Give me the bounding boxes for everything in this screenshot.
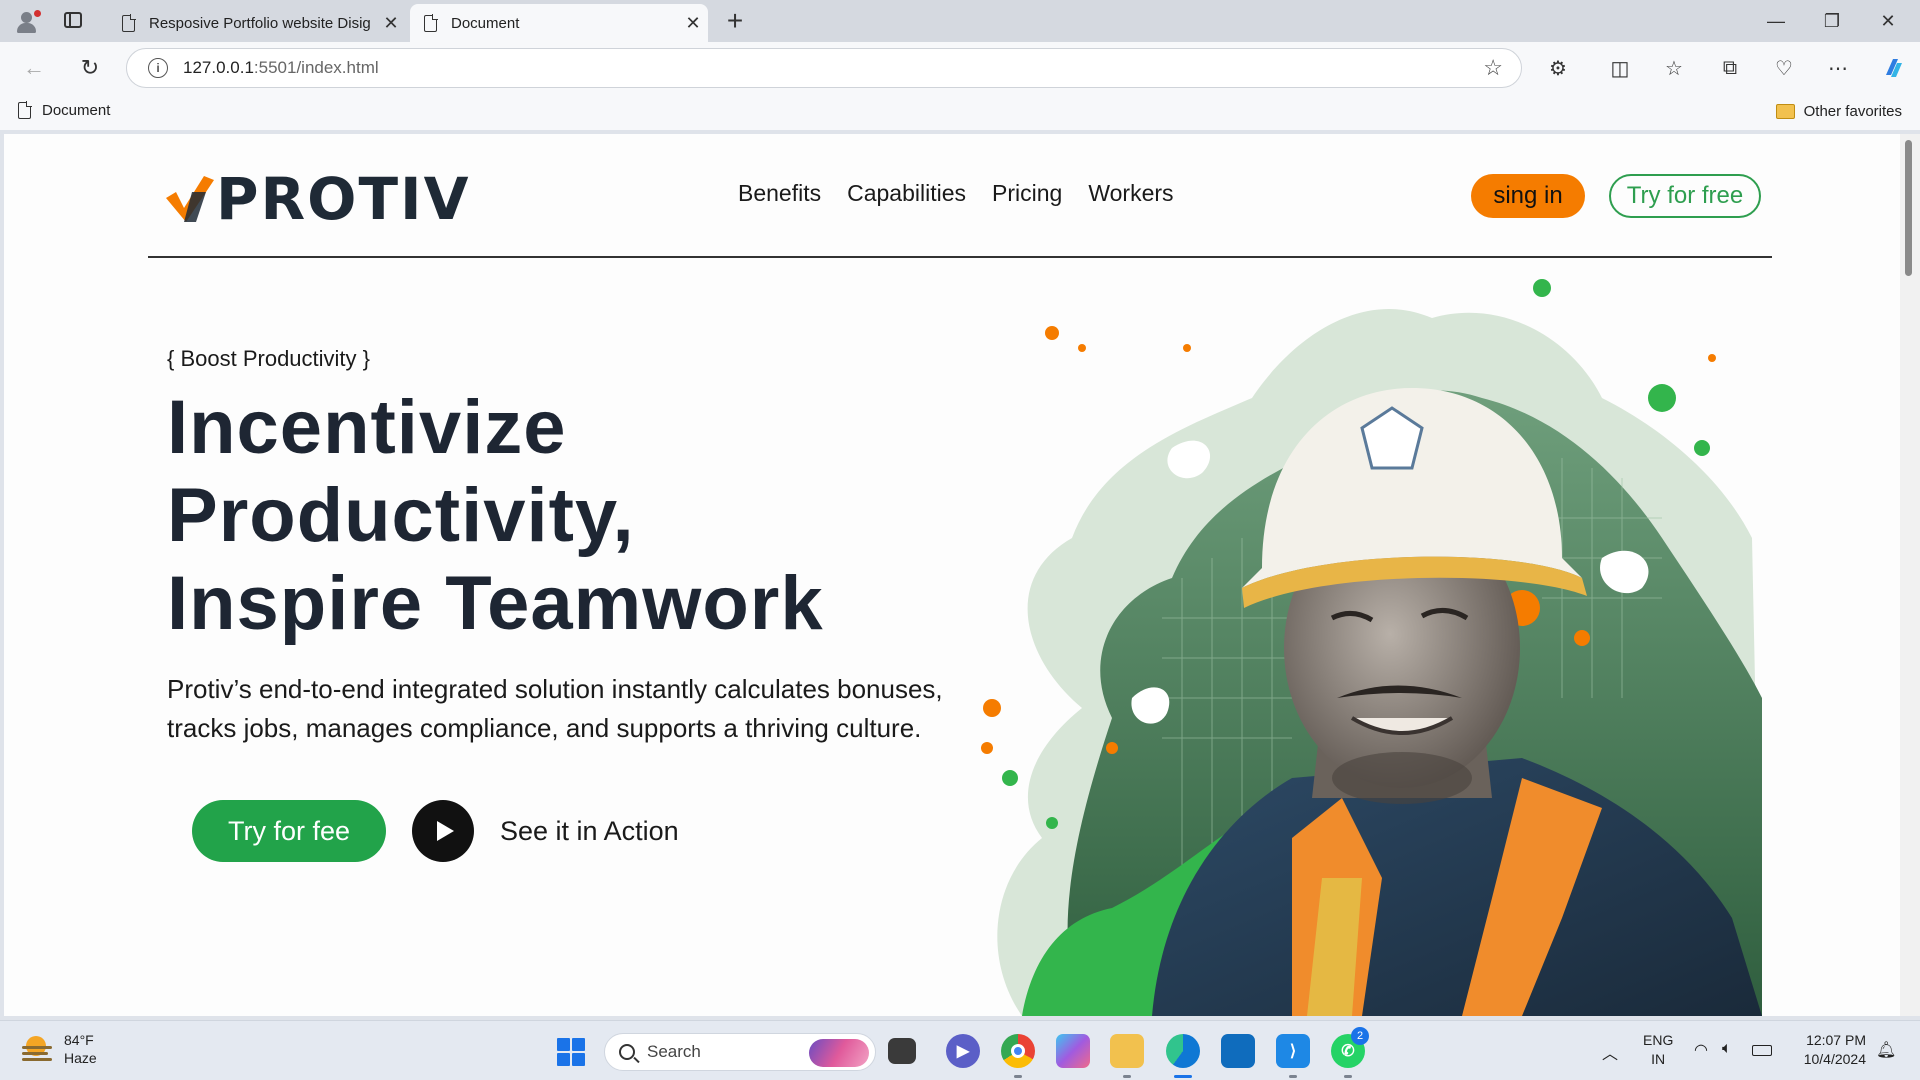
site-logo[interactable]: PROTIV bbox=[162, 170, 471, 228]
url-input[interactable]: i 127.0.0.1:5501/index.html ☆ bbox=[126, 48, 1522, 88]
nav-benefits[interactable]: Benefits bbox=[738, 180, 821, 207]
weather-desc: Haze bbox=[64, 1050, 97, 1066]
weather-temp: 84°F bbox=[64, 1032, 94, 1048]
document-icon bbox=[122, 13, 136, 32]
tab-document[interactable]: Document ✕ bbox=[410, 4, 708, 42]
whatsapp-running-indicator bbox=[1344, 1075, 1352, 1078]
refresh-icon[interactable]: ↻ bbox=[74, 52, 106, 84]
nav-capabilities[interactable]: Capabilities bbox=[847, 180, 966, 207]
wifi-icon[interactable]: ◠ bbox=[1694, 1040, 1708, 1060]
notifications-bell-icon[interactable]: 🔔︎ bbox=[1876, 1040, 1896, 1060]
vscode-icon[interactable]: ⟩ bbox=[1276, 1034, 1310, 1068]
logo-text: PROTIV bbox=[216, 165, 471, 233]
teams-icon[interactable]: ▶ bbox=[946, 1034, 980, 1068]
try-for-free-button[interactable]: Try for free bbox=[1609, 174, 1761, 218]
start-icon[interactable] bbox=[557, 1038, 585, 1066]
page-scrollbar[interactable] bbox=[1900, 134, 1920, 1016]
vscode-running-indicator bbox=[1289, 1075, 1297, 1078]
back-icon[interactable]: ← bbox=[18, 52, 50, 84]
favorite-star-icon[interactable]: ☆ bbox=[1483, 55, 1503, 81]
show-hidden-icons-icon[interactable]: ︿ bbox=[1602, 1040, 1618, 1064]
edge-icon[interactable] bbox=[1166, 1034, 1200, 1068]
hero-text: { Boost Productivity } Incentivize Produ… bbox=[167, 346, 967, 748]
play-icon[interactable] bbox=[412, 800, 474, 862]
copilot-icon[interactable] bbox=[1878, 52, 1910, 84]
favorites-bar: Document Other favorites bbox=[0, 94, 1920, 130]
favorite-document[interactable]: Document bbox=[16, 101, 110, 119]
document-icon bbox=[18, 101, 32, 119]
tab-close-icon[interactable]: ✕ bbox=[678, 13, 708, 34]
hero-headline: Incentivize Productivity, Inspire Teamwo… bbox=[167, 385, 824, 646]
folder-icon bbox=[1775, 104, 1795, 119]
collections-icon[interactable]: ⧉ bbox=[1714, 52, 1746, 84]
scrollbar-thumb[interactable] bbox=[1905, 140, 1912, 276]
weather-haze-icon bbox=[22, 1036, 54, 1062]
language-indicator[interactable]: ENG IN bbox=[1643, 1031, 1673, 1069]
whatsapp-badge: 2 bbox=[1351, 1027, 1369, 1045]
favorites-icon[interactable]: ☆ bbox=[1658, 52, 1690, 84]
site-info-icon[interactable]: i bbox=[148, 58, 168, 78]
volume-icon[interactable]: 🔈︎ bbox=[1722, 1040, 1732, 1058]
store-icon[interactable] bbox=[1221, 1034, 1255, 1068]
close-window-button[interactable]: ✕ bbox=[1860, 8, 1916, 34]
explorer-running-indicator bbox=[1123, 1075, 1131, 1078]
taskbar-search-input[interactable]: Search bbox=[604, 1033, 876, 1071]
copilot-app-icon[interactable] bbox=[1056, 1034, 1090, 1068]
url-text: 127.0.0.1:5501/index.html bbox=[183, 58, 379, 77]
more-options-icon[interactable]: ⋯ bbox=[1822, 52, 1854, 84]
minimize-button[interactable]: — bbox=[1748, 8, 1804, 34]
edge-active-indicator bbox=[1174, 1075, 1192, 1078]
browser-essentials-icon[interactable]: ♡ bbox=[1768, 52, 1800, 84]
site-header: PROTIV Benefits Capabilities Pricing Wor… bbox=[148, 134, 1772, 258]
battery-icon[interactable] bbox=[1752, 1045, 1772, 1056]
tab-title: Document bbox=[451, 14, 520, 32]
extensions-icon[interactable]: ⚙ bbox=[1542, 52, 1574, 84]
search-icon bbox=[619, 1044, 635, 1060]
document-icon bbox=[424, 13, 438, 32]
main-nav: Benefits Capabilities Pricing Workers bbox=[738, 180, 1174, 207]
other-favorites[interactable]: Other favorites bbox=[1775, 103, 1902, 120]
hero-worker-image bbox=[962, 278, 1762, 1016]
clock[interactable]: 12:07 PM 10/4/2024 bbox=[1798, 1031, 1866, 1069]
nav-pricing[interactable]: Pricing bbox=[992, 180, 1062, 207]
hero-cta-row: Try for fee See it in Action bbox=[192, 800, 679, 862]
new-tab-button[interactable]: + bbox=[720, 5, 750, 36]
see-in-action-link[interactable]: See it in Action bbox=[500, 816, 679, 847]
browser-tab-bar: Resposive Portfolio website Disig ✕ Docu… bbox=[0, 0, 1920, 42]
tab-portfolio[interactable]: Resposive Portfolio website Disig ✕ bbox=[108, 4, 406, 42]
task-view-icon[interactable] bbox=[888, 1038, 916, 1064]
chrome-icon[interactable] bbox=[1001, 1034, 1035, 1068]
address-bar-row: ← ↻ i 127.0.0.1:5501/index.html ☆ ⚙ ◫ ☆ … bbox=[0, 42, 1920, 94]
chrome-running-indicator bbox=[1014, 1075, 1022, 1078]
nav-workers[interactable]: Workers bbox=[1088, 180, 1173, 207]
sign-in-button[interactable]: sing in bbox=[1471, 174, 1585, 218]
try-for-fee-button[interactable]: Try for fee bbox=[192, 800, 386, 862]
hero-description: Protiv’s end-to-end integrated solution … bbox=[167, 674, 943, 743]
taskbar: 84°F Haze Search ▶ ⟩ ✆ 2 ︿ ENG IN ◠ 🔈︎ 1… bbox=[0, 1020, 1920, 1080]
hero-tagline: { Boost Productivity } bbox=[167, 346, 370, 371]
file-explorer-icon[interactable] bbox=[1110, 1034, 1144, 1068]
search-highlight-icon bbox=[809, 1039, 869, 1067]
page-viewport: PROTIV Benefits Capabilities Pricing Wor… bbox=[4, 134, 1900, 1016]
tab-actions-icon[interactable] bbox=[64, 12, 82, 28]
logo-check-icon bbox=[166, 176, 214, 222]
restore-button[interactable]: ❐ bbox=[1804, 8, 1860, 34]
split-screen-icon[interactable]: ◫ bbox=[1604, 52, 1636, 84]
tab-title: Resposive Portfolio website Disig bbox=[149, 14, 371, 32]
weather-widget[interactable]: 84°F Haze bbox=[22, 1031, 97, 1067]
tab-close-icon[interactable]: ✕ bbox=[376, 13, 406, 34]
profile-icon[interactable] bbox=[12, 8, 42, 34]
